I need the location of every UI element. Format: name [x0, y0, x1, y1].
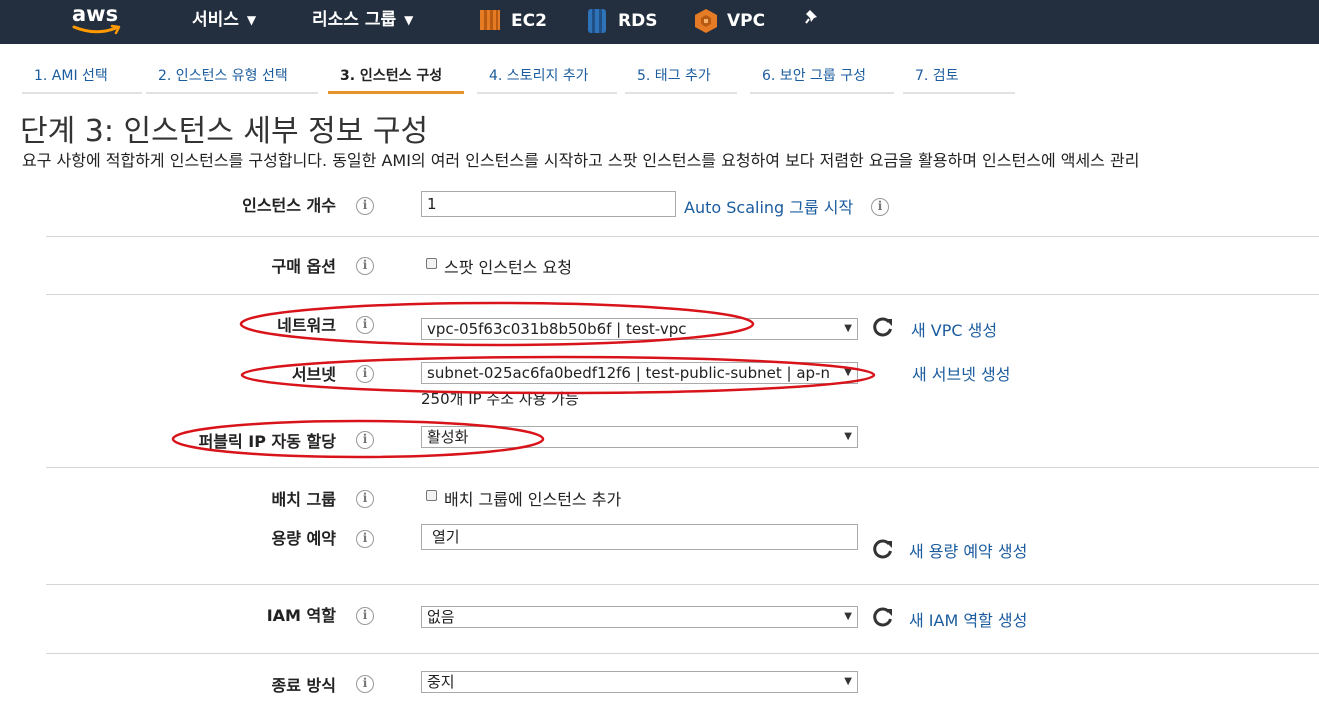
dropdown-arrow-icon: ▼: [844, 367, 852, 378]
info-icon[interactable]: i: [356, 197, 374, 215]
placement-group-checkbox[interactable]: [426, 490, 437, 501]
shutdown-behavior-value: 중지: [427, 673, 455, 691]
dropdown-arrow-icon: ▼: [844, 431, 852, 442]
divider: [46, 236, 1319, 237]
resource-groups-label: 리소스 그룹: [312, 10, 397, 30]
services-label: 서비스: [192, 10, 239, 30]
info-icon[interactable]: i: [356, 316, 374, 334]
tab-choose-instance-type[interactable]: 2. 인스턴스 유형 선택: [146, 64, 318, 94]
dropdown-arrow-icon: ▼: [844, 323, 852, 334]
tab-configure-security-group[interactable]: 6. 보안 그룹 구성: [750, 64, 894, 94]
tab-choose-ami[interactable]: 1. AMI 선택: [22, 64, 142, 94]
chevron-down-icon: ▼: [404, 13, 414, 27]
refresh-icon[interactable]: [872, 538, 894, 560]
tab-review[interactable]: 7. 검토: [903, 64, 1015, 94]
shortcut-ec2[interactable]: EC2: [479, 8, 559, 34]
tab-label: 1. AMI 선택: [34, 68, 108, 84]
tab-label: 7. 검토: [915, 68, 959, 84]
info-icon[interactable]: i: [356, 607, 374, 625]
spot-instance-checkbox[interactable]: [426, 258, 437, 269]
dropdown-arrow-icon: ▼: [844, 676, 852, 687]
capacity-reservation-select[interactable]: 열기: [421, 524, 858, 550]
pin-button[interactable]: [804, 8, 824, 34]
subnet-select[interactable]: subnet-025ac6fa0bedf12f6 | test-public-s…: [421, 362, 858, 384]
tab-configure-instance[interactable]: 3. 인스턴스 구성: [328, 64, 464, 94]
info-icon[interactable]: i: [356, 365, 374, 383]
services-menu[interactable]: 서비스 ▼: [192, 9, 256, 33]
instance-count-input[interactable]: 1: [421, 191, 676, 217]
instance-count-label: 인스턴스 개수: [242, 196, 336, 215]
info-icon[interactable]: i: [356, 490, 374, 508]
purchase-option-label: 구매 옵션: [271, 257, 336, 276]
shortcut-vpc[interactable]: VPC: [694, 8, 774, 34]
divider: [46, 653, 1319, 654]
auto-assign-public-ip-value: 활성화: [427, 428, 469, 446]
subnet-available-ips: 250개 IP 주소 사용 가능: [421, 390, 579, 408]
shortcut-rds-label: RDS: [618, 11, 658, 31]
refresh-icon[interactable]: [872, 316, 894, 338]
tab-label: 6. 보안 그룹 구성: [762, 68, 866, 84]
tab-label: 3. 인스턴스 구성: [340, 68, 443, 84]
network-select-value: vpc-05f63c031b8b50b6f | test-vpc: [427, 320, 687, 338]
shortcut-ec2-label: EC2: [511, 11, 547, 31]
page-description: 요구 사항에 적합하게 인스턴스를 구성합니다. 동일한 AMI의 여러 인스턴…: [22, 151, 1140, 170]
aws-smile-icon: [72, 24, 121, 35]
rds-icon: [588, 9, 606, 33]
pin-icon: [805, 10, 817, 24]
capacity-reservation-label: 용량 예약: [271, 529, 336, 548]
create-subnet-link[interactable]: 새 서브넷 생성: [912, 361, 1011, 385]
refresh-icon[interactable]: [872, 606, 894, 628]
iam-role-label: IAM 역할: [266, 606, 336, 625]
network-label: 네트워크: [277, 316, 336, 335]
info-icon[interactable]: i: [356, 530, 374, 548]
iam-role-select[interactable]: 없음 ▼: [421, 606, 858, 628]
auto-assign-public-ip-select[interactable]: 활성화 ▼: [421, 426, 858, 448]
resource-groups-menu[interactable]: 리소스 그룹 ▼: [312, 9, 413, 33]
tab-add-tags[interactable]: 5. 태그 추가: [625, 64, 737, 94]
shutdown-behavior-label: 종료 방식: [271, 676, 336, 695]
tab-add-storage[interactable]: 4. 스토리지 추가: [477, 64, 617, 94]
create-vpc-link[interactable]: 새 VPC 생성: [911, 317, 997, 341]
shortcut-vpc-label: VPC: [727, 11, 766, 31]
page-title: 단계 3: 인스턴스 세부 정보 구성: [20, 114, 429, 149]
tab-label: 4. 스토리지 추가: [489, 68, 589, 84]
shortcut-rds[interactable]: RDS: [586, 8, 666, 34]
info-icon[interactable]: i: [356, 675, 374, 693]
tab-label: 5. 태그 추가: [637, 68, 711, 84]
auto-scaling-group-link[interactable]: Auto Scaling 그룹 시작: [684, 194, 853, 218]
shutdown-behavior-select[interactable]: 중지 ▼: [421, 671, 858, 693]
top-navigation-bar: aws 서비스 ▼ 리소스 그룹 ▼ EC2 RDS VPC: [0, 0, 1319, 44]
network-select[interactable]: vpc-05f63c031b8b50b6f | test-vpc ▼: [421, 318, 858, 340]
info-icon[interactable]: i: [356, 431, 374, 449]
divider: [46, 584, 1319, 585]
iam-role-value: 없음: [427, 608, 455, 626]
divider: [46, 467, 1319, 468]
chevron-down-icon: ▼: [246, 13, 257, 27]
dropdown-arrow-icon: ▼: [844, 611, 852, 622]
aws-logo-text: aws: [72, 2, 119, 26]
aws-logo[interactable]: aws: [72, 2, 132, 40]
create-capacity-reservation-link[interactable]: 새 용량 예약 생성: [909, 538, 1027, 562]
placement-group-label: 배치 그룹: [271, 490, 336, 509]
tab-label: 2. 인스턴스 유형 선택: [158, 68, 288, 84]
subnet-label: 서브넷: [291, 365, 336, 384]
spot-instance-checkbox-label: 스팟 인스턴스 요청: [444, 258, 572, 277]
create-iam-role-link[interactable]: 새 IAM 역할 생성: [909, 607, 1027, 631]
auto-assign-public-ip-label: 퍼블릭 IP 자동 할당: [198, 432, 336, 451]
placement-group-checkbox-label: 배치 그룹에 인스턴스 추가: [444, 490, 622, 509]
subnet-select-value: subnet-025ac6fa0bedf12f6 | test-public-s…: [427, 364, 831, 382]
info-icon[interactable]: i: [356, 257, 374, 275]
ec2-icon: [480, 10, 500, 30]
info-icon[interactable]: i: [871, 198, 889, 216]
divider: [46, 294, 1319, 295]
vpc-icon: [695, 9, 717, 33]
